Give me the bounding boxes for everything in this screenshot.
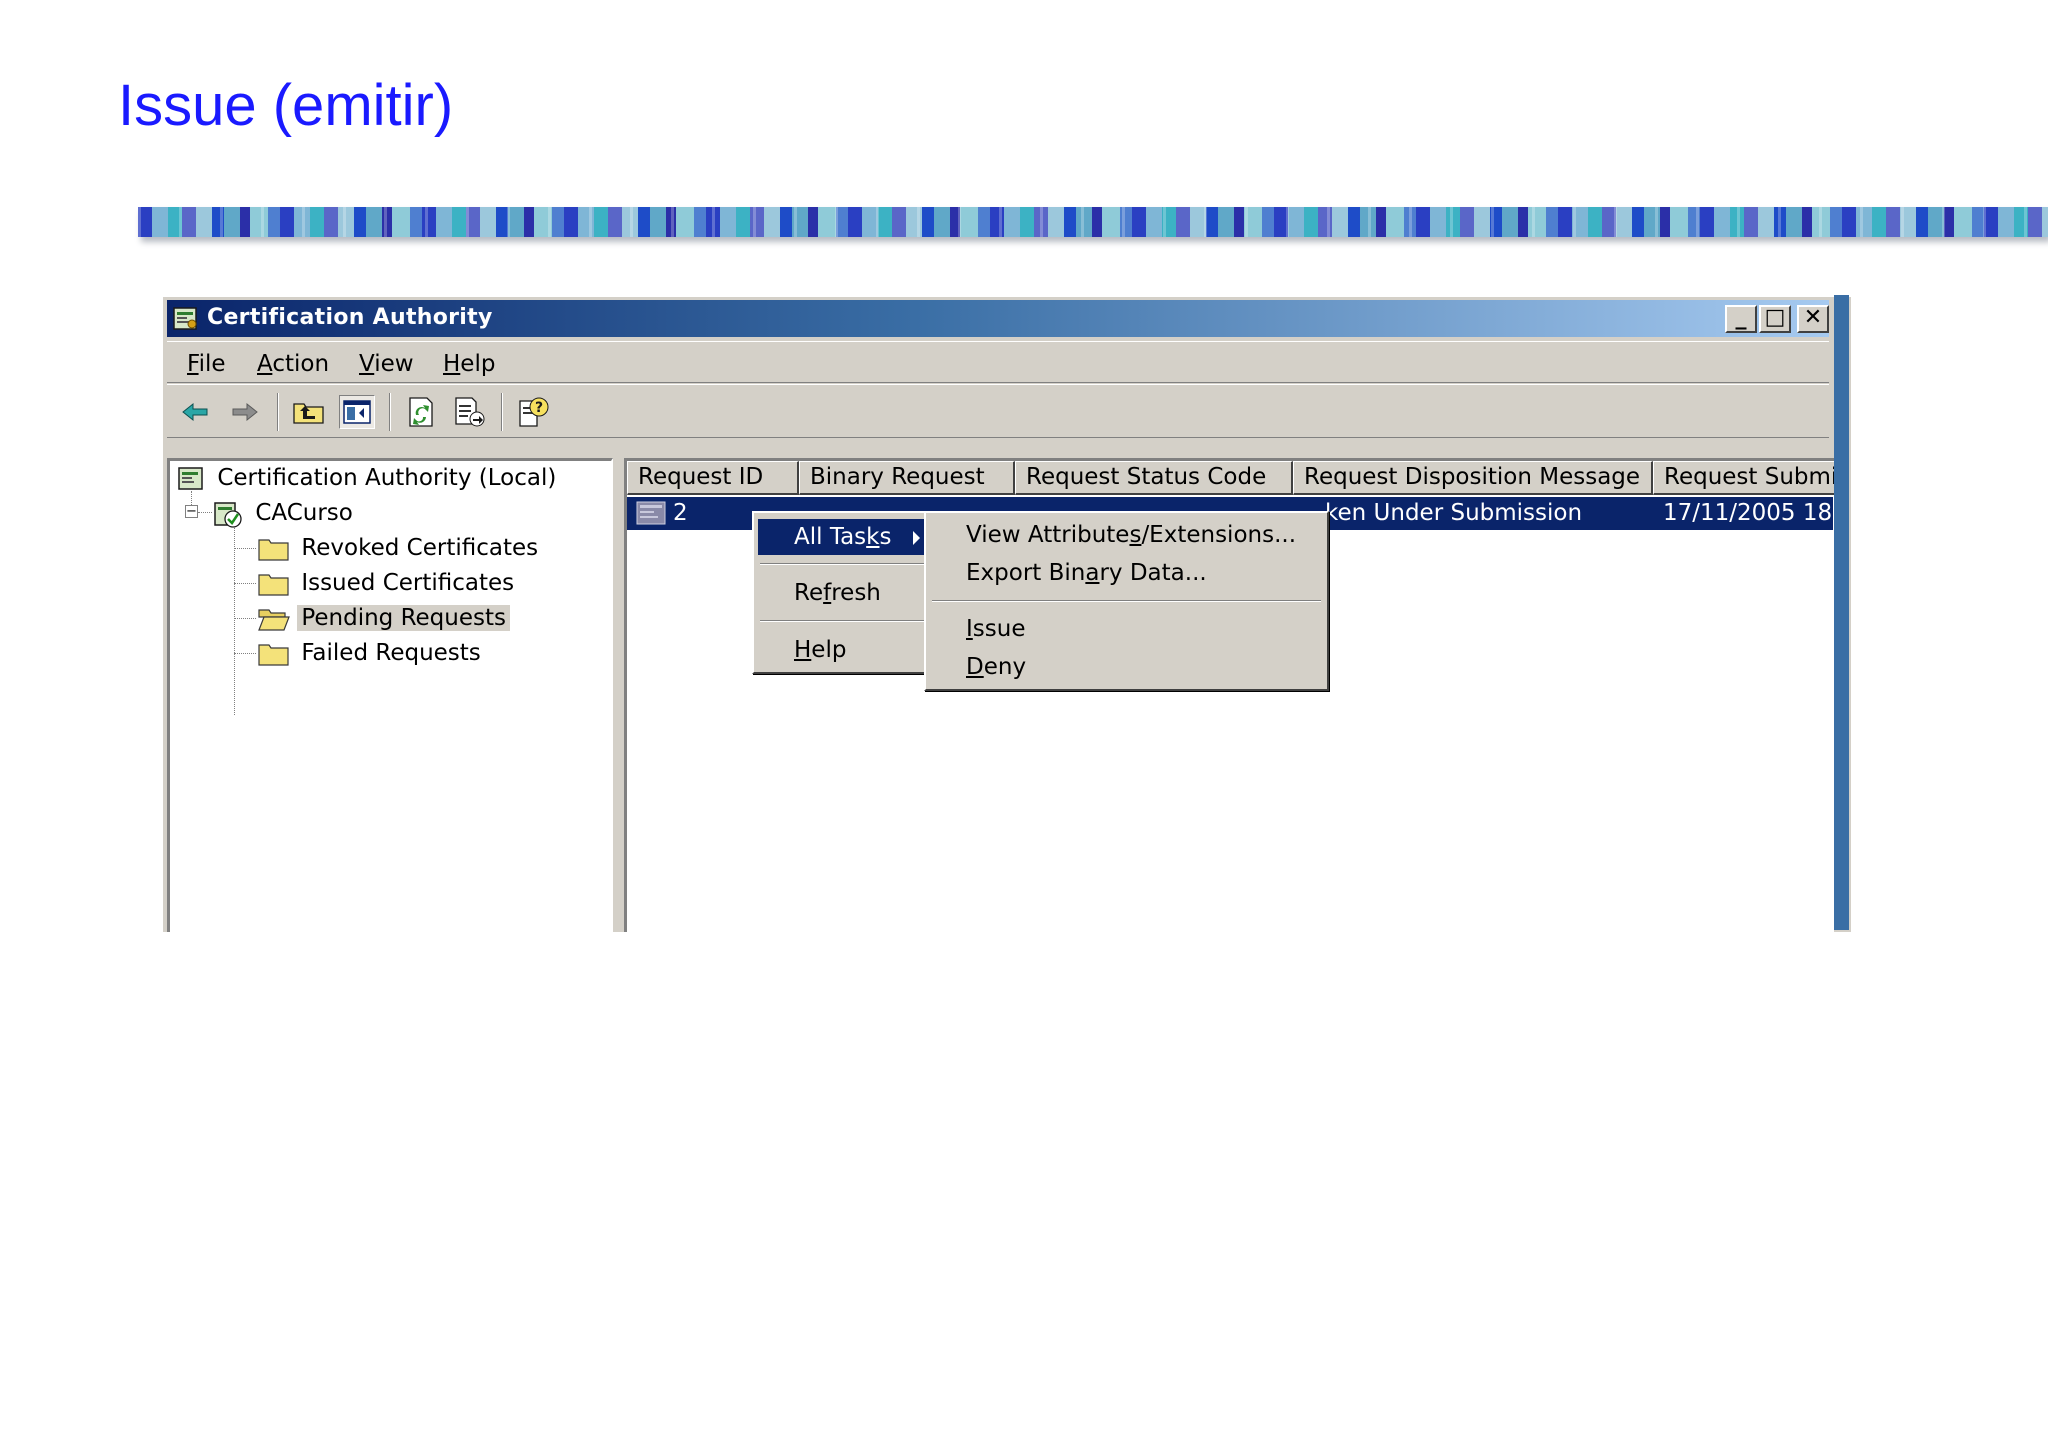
tree-connector — [234, 548, 256, 549]
column-header-binary-request[interactable]: Binary Request — [799, 461, 1015, 495]
export-list-icon[interactable] — [451, 395, 487, 429]
submenu-arrow-icon — [913, 531, 920, 545]
tree-item-label: Pending Requests — [297, 605, 510, 631]
tree-ca-label: CACurso — [255, 500, 353, 526]
menu-item-refresh[interactable]: Refresh — [758, 575, 928, 611]
tree-root-label: Certification Authority (Local) — [217, 465, 557, 491]
collapse-toggle[interactable]: − — [185, 505, 198, 518]
minimize-button[interactable]: _ — [1725, 305, 1757, 333]
menu-item-view-attributes-extensions[interactable]: View Attributes/Extensions... — [930, 517, 1323, 553]
tree-connector — [234, 618, 256, 619]
column-header-request-status-code[interactable]: Request Status Code — [1015, 461, 1293, 495]
folder-icon — [258, 642, 290, 666]
menu-item-help[interactable]: Help — [758, 632, 928, 668]
console-tree: Certification Authority (Local) − CACurs… — [167, 458, 613, 932]
menu-action[interactable]: Action — [257, 351, 329, 377]
up-folder-icon[interactable] — [291, 395, 327, 429]
slide-title: Issue (emitir) — [118, 73, 454, 138]
cell-request-id: 2 — [673, 500, 688, 526]
show-hide-console-tree-icon[interactable] — [339, 395, 375, 429]
tree-item-label: Revoked Certificates — [301, 535, 539, 561]
tree-root[interactable]: Certification Authority (Local) — [176, 463, 560, 493]
column-header-request-disposition-message[interactable]: Request Disposition Message — [1293, 461, 1653, 495]
tree-connector — [234, 583, 256, 584]
menu-file[interactable]: File — [187, 351, 226, 377]
menu-separator — [932, 600, 1321, 602]
cell-submission-date: 17/11/2005 18: — [1663, 500, 1834, 526]
forward-arrow-icon[interactable] — [227, 395, 263, 429]
menu-item-label: Deny — [966, 654, 1027, 680]
folder-icon — [258, 572, 290, 596]
svg-text:?: ? — [535, 400, 543, 416]
title-bar[interactable]: Certification Authority _ □ ✕ — [167, 300, 1829, 337]
tree-ca-node[interactable]: CACurso — [212, 498, 357, 528]
folder-icon — [258, 537, 290, 561]
refresh-icon[interactable] — [403, 395, 439, 429]
pending-request-icon — [635, 499, 669, 537]
window-frame-edge — [1834, 295, 1849, 930]
menu-view[interactable]: View — [359, 351, 414, 377]
tree-item-failed-requests[interactable]: Failed Requests — [258, 638, 485, 668]
toolbar: ? — [167, 384, 1829, 438]
cell-disposition-message: ken Under Submission — [1325, 500, 1583, 526]
open-folder-icon — [258, 607, 290, 631]
menu-separator — [760, 563, 926, 565]
menu-item-issue[interactable]: Issue — [930, 611, 1323, 647]
toolbar-separator — [389, 393, 391, 431]
ca-server-check-icon — [214, 501, 242, 528]
certificate-authority-icon — [172, 305, 200, 337]
column-header-request-id[interactable]: Request ID — [627, 461, 799, 495]
maximize-button[interactable]: □ — [1759, 305, 1791, 333]
tree-item-label: Issued Certificates — [301, 570, 515, 596]
menu-item-label: View Attributes/Extensions... — [966, 522, 1297, 548]
tree-item-revoked-certificates[interactable]: Revoked Certificates — [258, 533, 542, 563]
all-tasks-submenu: View Attributes/Extensions... Export Bin… — [924, 511, 1329, 691]
help-icon[interactable]: ? — [515, 395, 551, 429]
menu-item-export-binary-data[interactable]: Export Binary Data... — [930, 555, 1323, 591]
menu-item-label: Refresh — [794, 580, 881, 606]
window-title: Certification Authority — [207, 305, 493, 330]
menu-bar: File Action View Help — [167, 341, 1829, 383]
close-button[interactable]: ✕ — [1797, 305, 1829, 333]
toolbar-separator — [501, 393, 503, 431]
column-header-request-submission-date[interactable]: Request Submis — [1653, 461, 1834, 495]
menu-help[interactable]: Help — [443, 351, 495, 377]
menu-item-label: Export Binary Data... — [966, 560, 1207, 586]
tree-item-label: Failed Requests — [301, 640, 481, 666]
certificate-authority-icon — [178, 466, 203, 490]
tree-connector — [198, 512, 212, 513]
decorative-mosaic-band — [138, 207, 2048, 237]
menu-item-all-tasks[interactable]: All Tasks — [758, 519, 928, 555]
toolbar-separator — [277, 393, 279, 431]
menu-separator — [760, 620, 926, 622]
certification-authority-window: Certification Authority _ □ ✕ File Actio… — [161, 295, 1851, 932]
tree-connector — [234, 527, 235, 715]
menu-item-label: Help — [794, 637, 847, 663]
tree-connector — [234, 653, 256, 654]
tree-item-issued-certificates[interactable]: Issued Certificates — [258, 568, 518, 598]
tree-item-pending-requests[interactable]: Pending Requests — [258, 603, 510, 633]
menu-item-deny[interactable]: Deny — [930, 649, 1323, 685]
back-arrow-icon[interactable] — [177, 395, 213, 429]
context-menu: All Tasks Refresh Help — [752, 511, 934, 674]
menu-item-label: All Tasks — [794, 524, 892, 550]
menu-item-label: Issue — [966, 616, 1026, 642]
